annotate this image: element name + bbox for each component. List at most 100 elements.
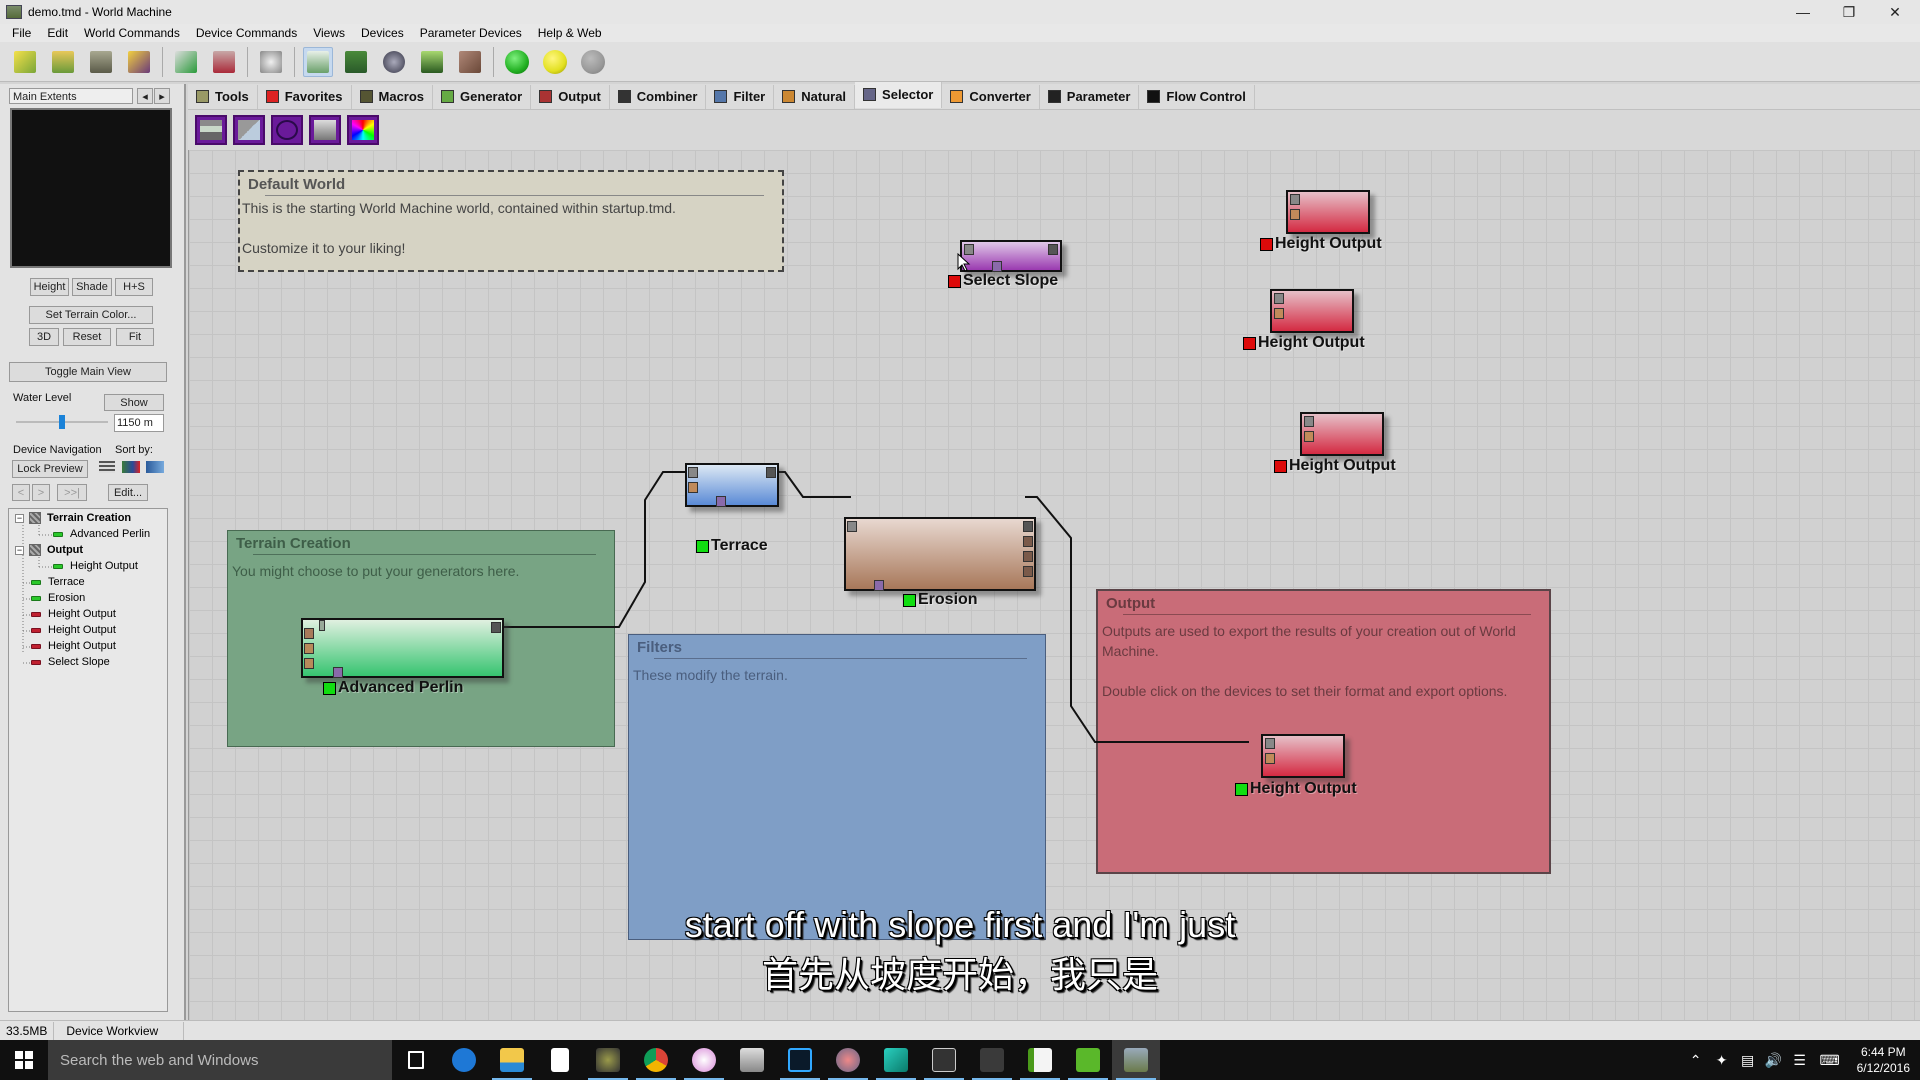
edit-button[interactable]: Edit... — [108, 484, 148, 501]
mask-port[interactable] — [992, 261, 1002, 272]
action-center-icon[interactable]: ☰ — [1787, 1052, 1813, 1069]
tab-favorites[interactable]: Favorites — [258, 84, 352, 109]
save-as-button[interactable] — [124, 47, 154, 77]
select-slope-button[interactable] — [233, 115, 265, 145]
group-filters[interactable]: Filters These modify the terrain. — [628, 634, 1046, 940]
epic-games-app[interactable] — [920, 1040, 968, 1080]
water-slider-thumb[interactable] — [59, 415, 65, 429]
select-curvature-button[interactable] — [309, 115, 341, 145]
tree-item[interactable]: Height Output — [31, 624, 116, 636]
mask-port[interactable] — [716, 496, 726, 507]
output-port[interactable] — [1048, 244, 1058, 255]
tree-group[interactable]: − Output — [15, 544, 83, 556]
tree-item[interactable]: Height Output — [31, 608, 116, 620]
menu-edit[interactable]: Edit — [39, 26, 76, 40]
lock-preview-button[interactable]: Lock Preview — [12, 460, 88, 478]
open-button[interactable] — [48, 47, 78, 77]
group-output[interactable]: Output Outputs are used to export the re… — [1096, 589, 1551, 874]
output-port-height[interactable] — [1023, 521, 1033, 532]
close-button[interactable]: ✕ — [1872, 0, 1918, 24]
node-terrace[interactable] — [685, 463, 779, 507]
monitor-app[interactable] — [728, 1040, 776, 1080]
mask-port[interactable] — [333, 667, 343, 678]
tab-parameter[interactable]: Parameter — [1040, 84, 1140, 109]
taskbar-search-box[interactable]: Search the web and Windows — [48, 1040, 392, 1080]
extents-select[interactable]: Main Extents — [9, 88, 133, 104]
water-level-input[interactable]: 1150 m — [114, 414, 164, 432]
output-port-flow[interactable] — [1023, 536, 1033, 547]
snipping-tool-app[interactable] — [824, 1040, 872, 1080]
set-terrain-color-button[interactable]: Set Terrain Color... — [29, 306, 153, 324]
node-height-output-3[interactable] — [1300, 412, 1384, 456]
collapse-icon[interactable]: − — [15, 513, 24, 523]
build-extents-button[interactable] — [540, 47, 570, 77]
camtasia-studio-app[interactable] — [1064, 1040, 1112, 1080]
volume-icon[interactable]: 🔊 — [1761, 1052, 1787, 1069]
menu-world-commands[interactable]: World Commands — [76, 26, 188, 40]
input-port[interactable] — [847, 521, 857, 532]
itunes-app[interactable] — [680, 1040, 728, 1080]
node-height-output-2[interactable] — [1270, 289, 1354, 333]
show-hidden-icons[interactable]: ⌃ — [1683, 1052, 1709, 1069]
input-port[interactable] — [1274, 293, 1284, 304]
view-hs-button[interactable]: H+S — [115, 278, 153, 296]
3d-button[interactable]: 3D — [29, 328, 59, 346]
parameter-port-1[interactable] — [304, 628, 314, 639]
tree-item[interactable]: Terrace — [31, 576, 85, 588]
camera-app[interactable] — [584, 1040, 632, 1080]
photoshop-app[interactable] — [776, 1040, 824, 1080]
device-workview-canvas[interactable]: Default World This is the starting World… — [188, 150, 1920, 1020]
terrain-preview[interactable] — [10, 108, 172, 268]
store-app[interactable] — [536, 1040, 584, 1080]
parameter-port[interactable] — [1304, 431, 1314, 442]
world-machine-app[interactable] — [1112, 1040, 1160, 1080]
select-convexity-button[interactable] — [271, 115, 303, 145]
3d-view-button[interactable] — [379, 47, 409, 77]
node-erosion[interactable] — [844, 517, 1036, 591]
menu-views[interactable]: Views — [305, 26, 353, 40]
node-height-output-1[interactable] — [1286, 190, 1370, 234]
nav-prev-button[interactable]: < — [12, 484, 30, 501]
tab-flow-control[interactable]: Flow Control — [1139, 84, 1255, 109]
edge-app[interactable] — [440, 1040, 488, 1080]
parameter-port[interactable] — [1265, 753, 1275, 764]
output-port[interactable] — [491, 622, 501, 633]
next-extents-button[interactable]: ▸ — [154, 88, 170, 104]
start-button[interactable] — [0, 1040, 48, 1080]
tab-filter[interactable]: Filter — [706, 84, 775, 109]
prev-extents-button[interactable]: ◂ — [137, 88, 153, 104]
camtasia-recorder-app[interactable] — [1016, 1040, 1064, 1080]
keyboard-icon[interactable]: ⌨ — [1813, 1052, 1847, 1069]
parameter-port[interactable] — [1274, 308, 1284, 319]
file-explorer-app[interactable] — [488, 1040, 536, 1080]
output-port-deposition[interactable] — [1023, 566, 1033, 577]
sort-list-icon[interactable] — [99, 461, 115, 473]
parameter-port-3[interactable] — [304, 658, 314, 669]
input-port[interactable] — [1304, 416, 1314, 427]
new-world-button[interactable] — [10, 47, 40, 77]
menu-parameter-devices[interactable]: Parameter Devices — [412, 26, 530, 40]
tab-macros[interactable]: Macros — [352, 84, 434, 109]
water-level-slider[interactable] — [16, 415, 108, 429]
input-port[interactable] — [1290, 194, 1300, 205]
node-height-output-4[interactable] — [1261, 734, 1345, 778]
input-port[interactable] — [1265, 738, 1275, 749]
tab-tools[interactable]: Tools — [188, 84, 258, 109]
mask-port[interactable] — [874, 580, 884, 591]
view-shade-button[interactable]: Shade — [72, 278, 112, 296]
network-icon[interactable]: ▤ — [1735, 1052, 1761, 1069]
dark-app[interactable] — [968, 1040, 1016, 1080]
chrome-app[interactable] — [632, 1040, 680, 1080]
parameter-port-2[interactable] — [304, 643, 314, 654]
tab-natural[interactable]: Natural — [774, 84, 856, 109]
tab-output[interactable]: Output — [531, 84, 610, 109]
explorer-view-button[interactable] — [417, 47, 447, 77]
tab-generator[interactable]: Generator — [433, 84, 532, 109]
restore-button[interactable]: ❐ — [1826, 0, 1872, 24]
input-port[interactable] — [688, 467, 698, 478]
menu-file[interactable]: File — [4, 26, 39, 40]
tree-item[interactable]: Erosion — [31, 592, 85, 604]
parameter-port[interactable] — [688, 482, 698, 493]
tree-item[interactable]: Advanced Perlin — [53, 528, 150, 540]
view-height-button[interactable]: Height — [30, 278, 69, 296]
